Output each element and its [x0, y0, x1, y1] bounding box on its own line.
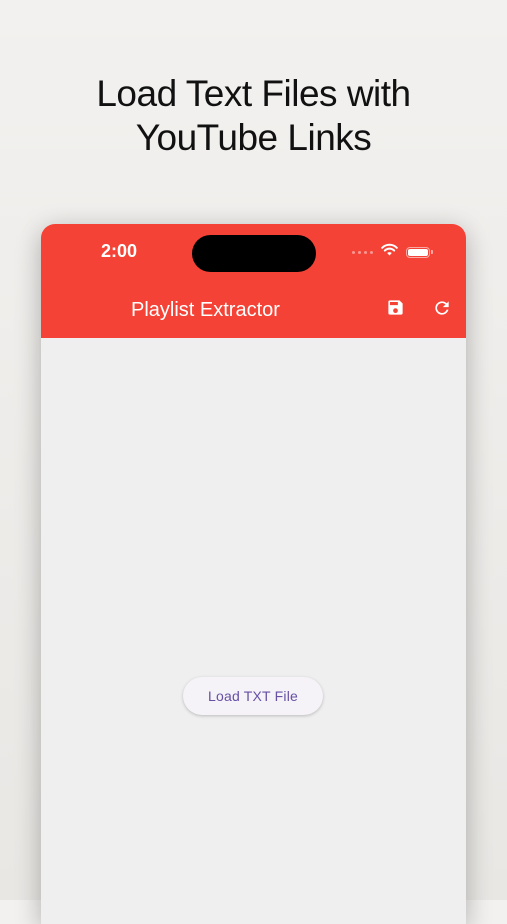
headline-line-2: YouTube Links — [135, 117, 372, 158]
refresh-button[interactable] — [431, 299, 453, 321]
promo-headline: Load Text Files with YouTube Links — [0, 72, 507, 160]
battery-icon — [406, 246, 433, 258]
load-txt-file-button[interactable]: Load TXT File — [183, 677, 323, 715]
phone-screen: 2:00 Playlist Extractor Load TXT File — [41, 224, 466, 924]
status-icons — [352, 243, 433, 261]
refresh-icon — [432, 298, 452, 323]
headline-line-1: Load Text Files with — [96, 73, 411, 114]
app-top-bar: 2:00 Playlist Extractor — [41, 224, 466, 338]
signal-dots-icon — [352, 250, 373, 254]
status-time: 2:00 — [101, 241, 138, 261]
dynamic-island — [192, 235, 316, 272]
wifi-icon — [381, 243, 398, 261]
save-icon — [386, 298, 405, 322]
app-title: Playlist Extractor — [131, 299, 280, 321]
save-button[interactable] — [384, 299, 406, 321]
